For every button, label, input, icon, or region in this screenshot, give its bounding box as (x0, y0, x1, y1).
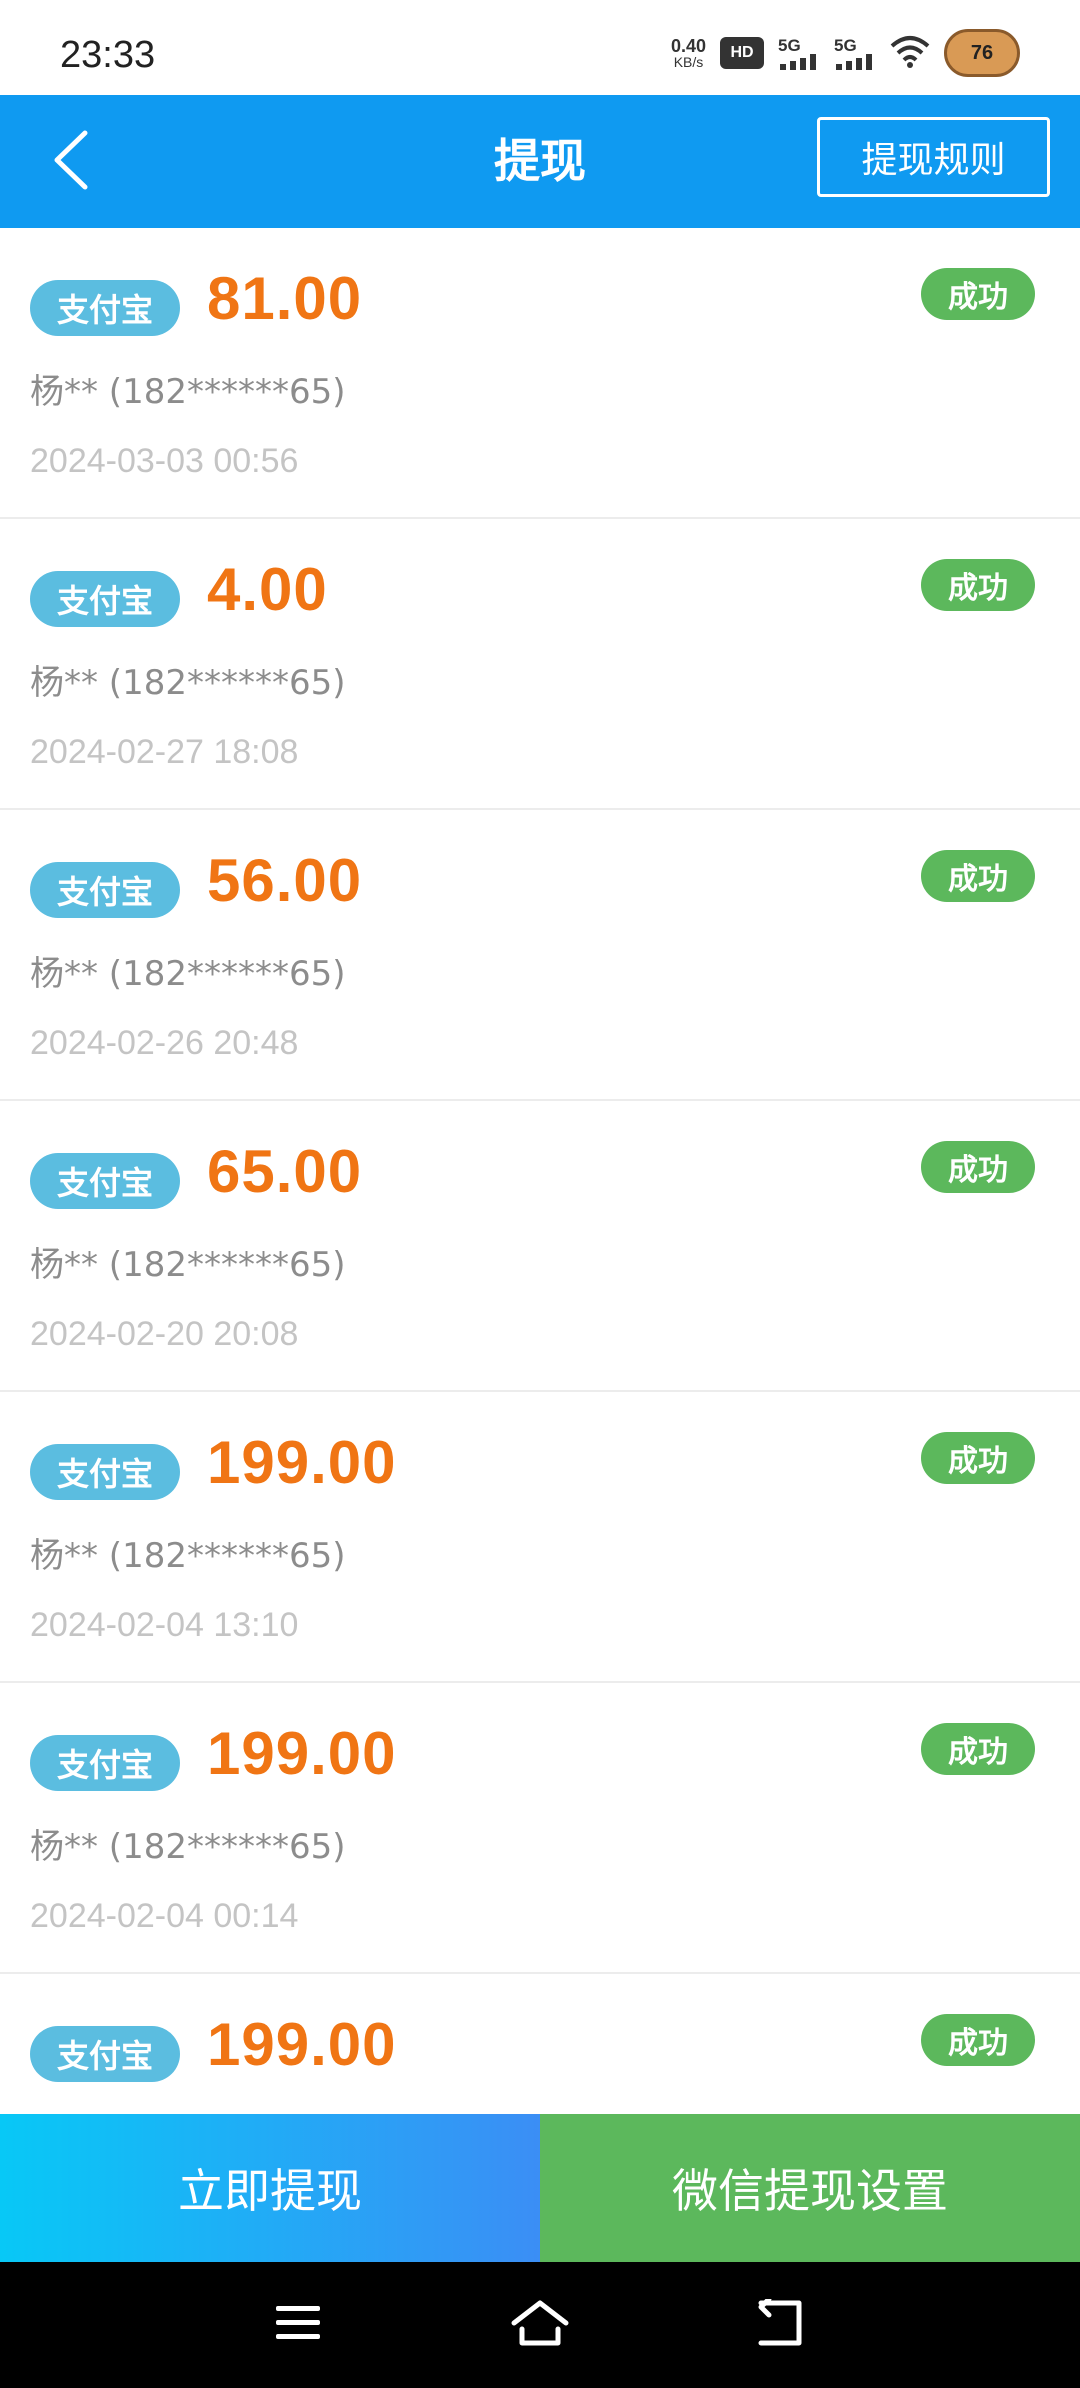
status-badge: 成功 (921, 1141, 1035, 1193)
status-badge: 成功 (921, 1723, 1035, 1775)
payment-method-badge: 支付宝 (30, 280, 180, 336)
net-speed-value: 0.40 (670, 36, 706, 56)
signal-icon: 5G (834, 37, 876, 70)
list-item[interactable]: 支付宝 4.00 成功 杨** (182******65) 2024-02-27… (0, 519, 1080, 810)
account-info: 杨** (182******65) (30, 1536, 346, 1576)
amount: 199.00 (207, 2011, 397, 2078)
payment-method-badge: 支付宝 (30, 1735, 180, 1791)
payment-method-badge: 支付宝 (30, 571, 180, 627)
wechat-withdraw-settings-button[interactable]: 微信提现设置 (540, 2114, 1080, 2262)
status-bar: 23:33 0.40 KB/s HD 5G 5G 76 (0, 0, 1080, 95)
account-info: 杨** (182******65) (30, 663, 346, 703)
list-item[interactable]: 支付宝 199.00 成功 杨** (182******65) 2024-02-… (0, 1683, 1080, 1974)
amount: 199.00 (207, 1429, 397, 1496)
amount: 199.00 (207, 1720, 397, 1787)
timestamp: 2024-02-04 13:10 (30, 1606, 299, 1644)
back-icon (755, 2296, 805, 2351)
back-button[interactable] (36, 125, 106, 199)
withdraw-now-button[interactable]: 立即提现 (0, 2114, 540, 2262)
timestamp: 2024-02-20 20:08 (30, 1315, 299, 1353)
bottom-action-bar: 立即提现 微信提现设置 (0, 2114, 1080, 2262)
amount: 81.00 (207, 265, 363, 332)
signal-label: 5G (778, 35, 801, 55)
battery-icon: 76 (944, 29, 1020, 77)
list-item[interactable]: 支付宝 56.00 成功 杨** (182******65) 2024-02-2… (0, 810, 1080, 1101)
account-info: 杨** (182******65) (30, 372, 346, 412)
payment-method-badge: 支付宝 (30, 862, 180, 918)
status-icons: 0.40 KB/s HD 5G 5G 76 (671, 28, 1020, 78)
withdraw-rules-button[interactable]: 提现规则 (817, 117, 1050, 197)
net-speed: 0.40 KB/s (671, 37, 706, 69)
signal-icon: 5G (778, 37, 820, 70)
home-button[interactable] (500, 2292, 580, 2358)
account-info: 杨** (182******65) (30, 1245, 346, 1285)
payment-method-badge: 支付宝 (30, 2026, 180, 2082)
status-badge: 成功 (921, 559, 1035, 611)
status-time: 23:33 (60, 34, 156, 76)
account-info: 杨** (182******65) (30, 1827, 346, 1867)
status-badge: 成功 (921, 2014, 1035, 2066)
amount: 4.00 (207, 556, 328, 623)
hd-icon: HD (720, 37, 764, 69)
wifi-icon (890, 34, 930, 72)
timestamp: 2024-02-26 20:48 (30, 1024, 299, 1062)
list-item[interactable]: 支付宝 199.00 成功 (0, 1974, 1080, 2114)
menu-icon (274, 2303, 322, 2347)
status-badge: 成功 (921, 268, 1035, 320)
signal-label: 5G (834, 35, 857, 55)
status-badge: 成功 (921, 850, 1035, 902)
net-speed-unit: KB/s (673, 54, 704, 70)
list-item[interactable]: 支付宝 199.00 成功 杨** (182******65) 2024-02-… (0, 1392, 1080, 1683)
system-nav-bar (0, 2262, 1080, 2388)
timestamp: 2024-03-03 00:56 (30, 442, 299, 480)
amount: 65.00 (207, 1138, 363, 1205)
list-item[interactable]: 支付宝 65.00 成功 杨** (182******65) 2024-02-2… (0, 1101, 1080, 1392)
status-badge: 成功 (921, 1432, 1035, 1484)
payment-method-badge: 支付宝 (30, 1153, 180, 1209)
chevron-left-icon (51, 129, 91, 195)
back-nav-button[interactable] (740, 2292, 820, 2358)
app-header: 提现 提现规则 (0, 95, 1080, 228)
withdraw-record-list[interactable]: 支付宝 81.00 成功 杨** (182******65) 2024-03-0… (0, 228, 1080, 2114)
list-item[interactable]: 支付宝 81.00 成功 杨** (182******65) 2024-03-0… (0, 228, 1080, 519)
timestamp: 2024-02-27 18:08 (30, 733, 299, 771)
amount: 56.00 (207, 847, 363, 914)
home-icon (510, 2299, 570, 2351)
account-info: 杨** (182******65) (30, 954, 346, 994)
menu-button[interactable] (258, 2292, 338, 2358)
timestamp: 2024-02-04 00:14 (30, 1897, 299, 1935)
payment-method-badge: 支付宝 (30, 1444, 180, 1500)
